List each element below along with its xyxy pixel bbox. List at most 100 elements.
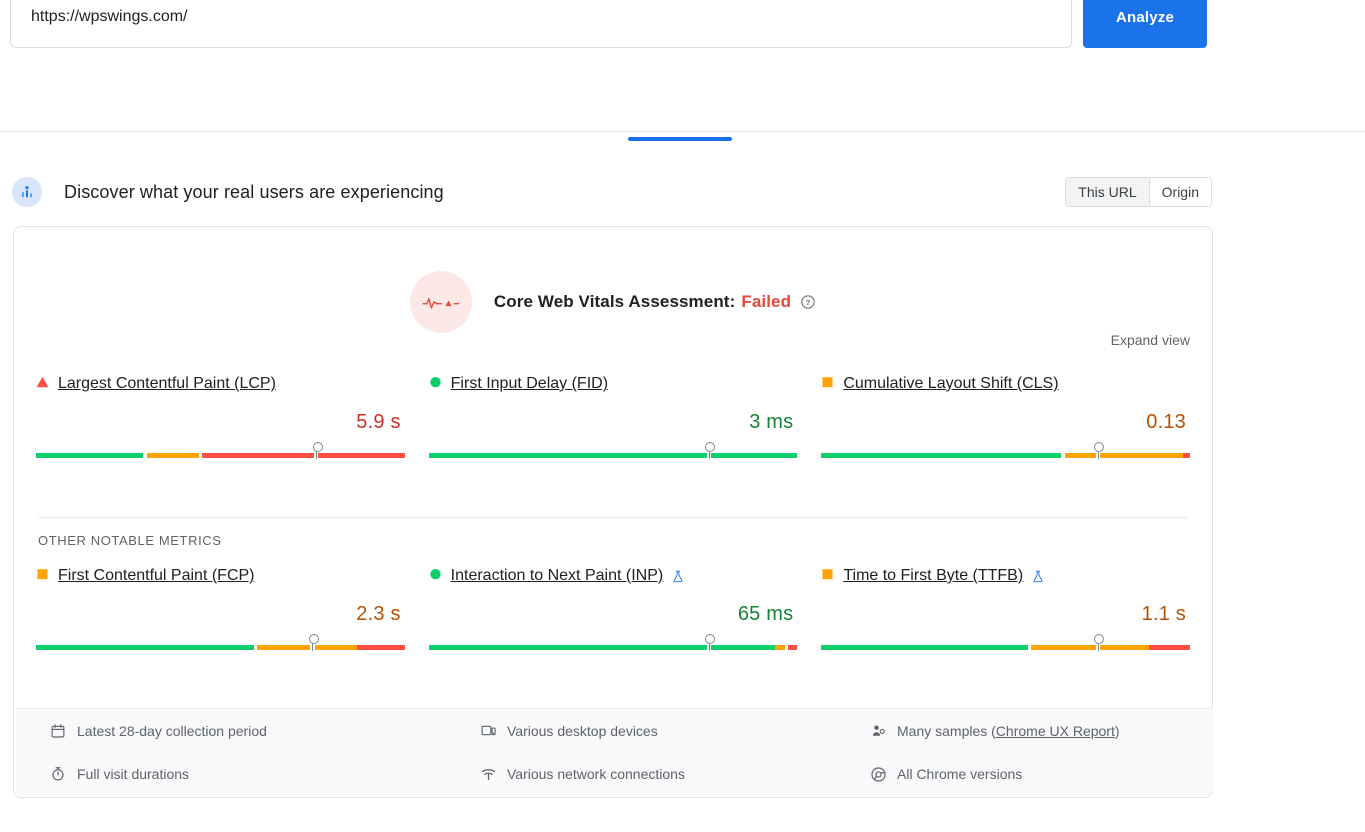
metric-value: 5.9 s xyxy=(36,411,405,434)
meta-item-device-desktop: Various desktop devices xyxy=(479,723,869,739)
meta-text: Various network connections xyxy=(507,766,685,782)
metric-name-link[interactable]: Largest Contentful Paint (LCP) xyxy=(58,375,276,393)
bar-segment-good xyxy=(36,453,143,458)
cwv-assessment: Core Web Vitals Assessment: Failed ? xyxy=(14,271,1212,333)
scope-origin-button[interactable]: Origin xyxy=(1149,178,1211,206)
meta-item-calendar: Latest 28-day collection period xyxy=(49,723,479,739)
metric-distribution-bar xyxy=(821,444,1190,460)
metric-header: Cumulative Layout Shift (CLS) xyxy=(821,373,1190,395)
crux-users-icon xyxy=(12,177,42,207)
experimental-flask-icon xyxy=(671,569,685,584)
metric-name-link[interactable]: Interaction to Next Paint (INP) xyxy=(451,567,664,585)
bar-segment-poor xyxy=(1149,645,1190,650)
expand-view-button[interactable]: Expand view xyxy=(1105,331,1196,349)
metric-value-pin xyxy=(1098,636,1099,651)
meta-text: Various desktop devices xyxy=(507,723,658,739)
analyze-button[interactable]: Analyze xyxy=(1083,0,1207,48)
search-row: Analyze xyxy=(0,0,1365,48)
metric-header: First Contentful Paint (FCP) xyxy=(36,565,405,587)
meta-text: Full visit durations xyxy=(77,766,189,782)
data-source-meta: Latest 28-day collection period Various d… xyxy=(15,708,1213,796)
bar-segment-needs_improvement xyxy=(1065,453,1096,458)
scope-toggle[interactable]: This URL Origin xyxy=(1065,177,1212,207)
metric-value-pin xyxy=(312,636,313,651)
field-data-section-header: Discover what your real users are experi… xyxy=(12,172,1212,212)
metric-header: Interaction to Next Paint (INP) xyxy=(429,565,798,587)
bar-segment-good xyxy=(821,453,1061,458)
section-title: Discover what your real users are experi… xyxy=(64,182,444,203)
metric-header: Time to First Byte (TTFB) xyxy=(821,565,1190,587)
samples-icon xyxy=(869,723,887,739)
meta-item-stopwatch: Full visit durations xyxy=(49,766,479,782)
svg-text:?: ? xyxy=(806,298,811,307)
bar-segment-needs_improvement xyxy=(775,645,785,650)
metric-value: 1.1 s xyxy=(821,603,1190,626)
metric-header: First Input Delay (FID) xyxy=(429,373,798,395)
assessment-label: Core Web Vitals Assessment: xyxy=(494,292,735,312)
url-input[interactable] xyxy=(29,7,1053,27)
metric-header: Largest Contentful Paint (LCP) xyxy=(36,373,405,395)
needs_improvement-square-icon xyxy=(36,567,49,585)
bar-segment-needs_improvement xyxy=(1031,645,1095,650)
other-metrics-label: OTHER NOTABLE METRICS xyxy=(38,533,222,548)
meta-item-network: Various network connections xyxy=(479,766,869,782)
bar-segment-needs_improvement xyxy=(1100,453,1183,458)
assessment-text: Core Web Vitals Assessment: Failed ? xyxy=(494,292,816,312)
pulse-heartbeat-icon xyxy=(410,271,472,333)
metric-ttfb: Time to First Byte (TTFB) 1.1 s xyxy=(809,565,1202,652)
metric-value: 65 ms xyxy=(429,603,798,626)
tab-strip-divider xyxy=(0,131,1365,132)
good-circle-icon xyxy=(429,567,442,585)
experimental-flask-icon xyxy=(1031,569,1045,584)
metric-name-link[interactable]: First Contentful Paint (FCP) xyxy=(58,567,255,585)
bar-segment-needs_improvement xyxy=(315,645,357,650)
needs_improvement-square-icon xyxy=(821,567,834,585)
bar-segment-good xyxy=(429,645,707,650)
bar-segment-needs_improvement xyxy=(1100,645,1149,650)
field-data-card: Core Web Vitals Assessment: Failed ? Exp… xyxy=(13,226,1213,798)
metric-value: 0.13 xyxy=(821,411,1190,434)
needs_improvement-square-icon xyxy=(821,375,834,393)
stopwatch-icon xyxy=(49,766,67,782)
good-circle-icon xyxy=(429,375,442,393)
help-circle-icon[interactable]: ? xyxy=(800,294,816,310)
meta-text: Many samples ( xyxy=(897,723,996,739)
calendar-icon xyxy=(49,723,67,739)
meta-text: Latest 28-day collection period xyxy=(77,723,267,739)
chrome-ux-report-link[interactable]: Chrome UX Report xyxy=(996,723,1115,739)
scope-this-url-button[interactable]: This URL xyxy=(1066,178,1148,206)
metric-distribution-bar xyxy=(821,636,1190,652)
metric-value-pin xyxy=(316,444,317,459)
device-desktop-icon xyxy=(479,723,497,739)
bar-segment-needs_improvement xyxy=(257,645,310,650)
metric-distribution-bar xyxy=(429,444,798,460)
bar-segment-good xyxy=(711,453,797,458)
meta-item-chrome: All Chrome versions xyxy=(869,766,1179,783)
bar-segment-poor xyxy=(357,645,405,650)
bar-segment-poor xyxy=(1183,453,1190,458)
bar-segment-good xyxy=(429,453,707,458)
metric-value: 2.3 s xyxy=(36,603,405,626)
meta-text-after: ) xyxy=(1115,723,1120,739)
metric-cls: Cumulative Layout Shift (CLS) 0.13 xyxy=(809,373,1202,460)
other-notable-metrics: First Contentful Paint (FCP) 2.3 s Interac… xyxy=(14,565,1212,652)
bar-segment-poor xyxy=(788,645,797,650)
metric-value: 3 ms xyxy=(429,411,798,434)
metric-name-link[interactable]: Cumulative Layout Shift (CLS) xyxy=(843,375,1058,393)
pagespeed-insights-page: Analyze Discover what your real users ar… xyxy=(0,0,1365,832)
metrics-divider xyxy=(38,517,1188,518)
bar-segment-good xyxy=(711,645,775,650)
metric-value-pin xyxy=(709,444,710,459)
metric-value-pin xyxy=(1098,444,1099,459)
poor-triangle-icon xyxy=(36,375,49,393)
bar-segment-poor xyxy=(202,453,314,458)
metric-name-link[interactable]: Time to First Byte (TTFB) xyxy=(843,567,1023,585)
metric-name-link[interactable]: First Input Delay (FID) xyxy=(451,375,608,393)
meta-text: All Chrome versions xyxy=(897,766,1022,782)
bar-segment-poor xyxy=(318,453,404,458)
meta-item-samples: Many samples (Chrome UX Report) xyxy=(869,723,1179,739)
metric-distribution-bar xyxy=(36,636,405,652)
metric-fid: First Input Delay (FID) 3 ms xyxy=(417,373,810,460)
url-field[interactable] xyxy=(10,0,1072,48)
core-web-vitals-metrics: Largest Contentful Paint (LCP) 5.9 s First… xyxy=(14,373,1212,460)
